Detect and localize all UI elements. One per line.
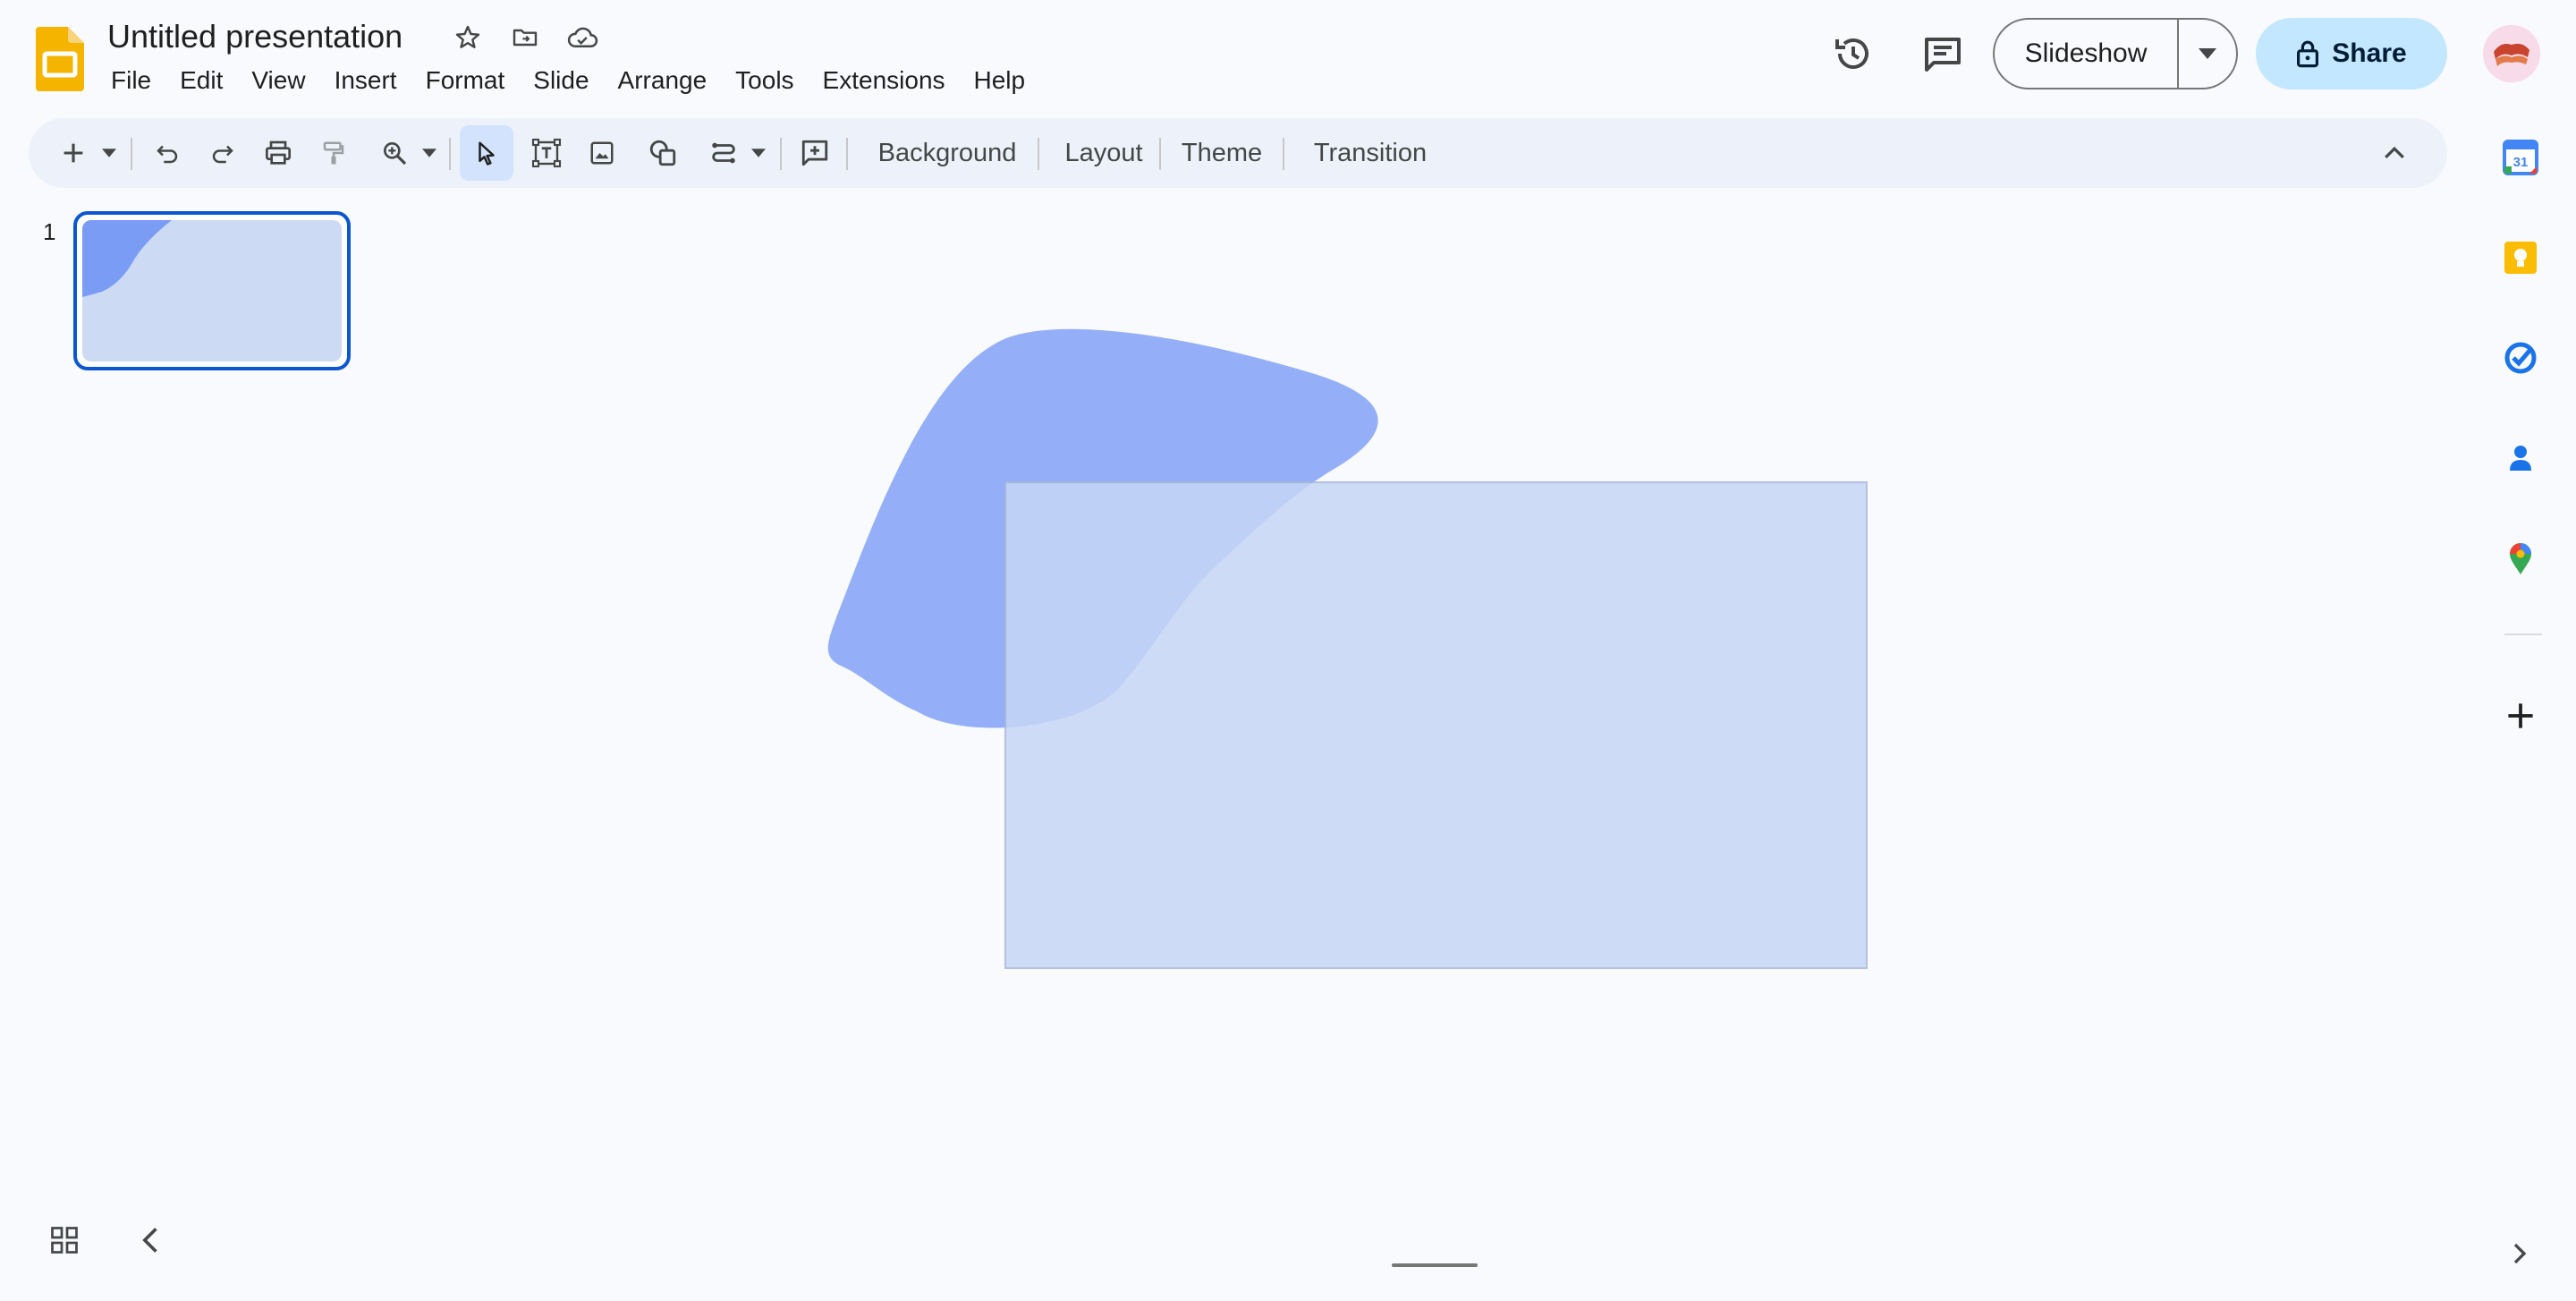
side-panel: 31 (2487, 125, 2567, 1020)
rectangle-shape[interactable] (1004, 481, 1868, 969)
calendar-icon[interactable]: 31 (2499, 136, 2542, 179)
speaker-notes-resize-handle[interactable] (1392, 1263, 1478, 1267)
slide-canvas[interactable] (0, 0, 2576, 1301)
keep-icon[interactable] (2499, 236, 2542, 279)
show-side-panel-icon[interactable] (2510, 1240, 2529, 1271)
collapse-filmstrip-icon[interactable] (138, 1224, 165, 1261)
grid-view-icon[interactable] (48, 1224, 80, 1261)
contacts-icon[interactable] (2499, 437, 2542, 480)
tasks-icon[interactable] (2499, 336, 2542, 379)
side-panel-divider (2504, 633, 2542, 635)
add-icon[interactable] (2499, 694, 2542, 737)
maps-icon[interactable] (2499, 537, 2542, 580)
calendar-day: 31 (2513, 155, 2529, 170)
